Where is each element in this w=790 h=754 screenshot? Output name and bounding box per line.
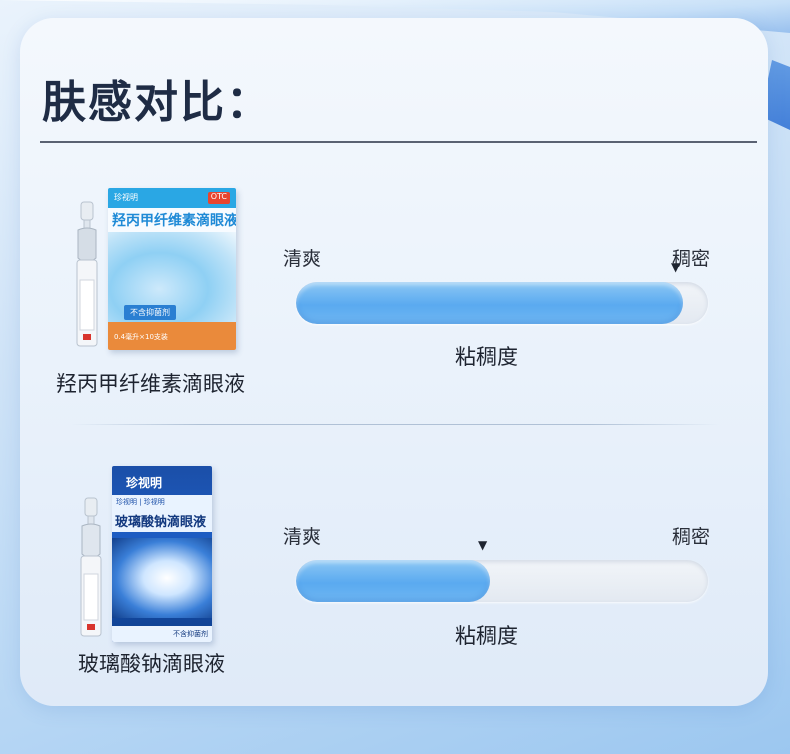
viscosity-fill xyxy=(296,560,490,602)
viscosity-track xyxy=(296,560,708,602)
water-drop-artwork xyxy=(112,538,212,618)
scale-right-label: 稠密 xyxy=(672,526,711,548)
box-foot: 不含抑菌剂 xyxy=(112,626,212,642)
page-title: 肤感对比： xyxy=(42,77,272,128)
scale-axis-title: 粘稠度 xyxy=(455,624,518,648)
vial-image xyxy=(76,496,106,646)
box-note: 0.4毫升×10支装 xyxy=(114,333,168,341)
level-marker-icon: ▼ xyxy=(478,538,488,552)
box-brand: 珍视明 xyxy=(126,476,163,490)
box-brand: 珍视明 xyxy=(114,193,138,202)
vial-image xyxy=(72,200,102,350)
product-name: 玻璃酸钠滴眼液 xyxy=(78,652,225,676)
section-divider xyxy=(70,424,720,425)
box-title: 玻璃酸钠滴眼液 xyxy=(112,509,212,532)
box-bar: 珍视明 | 珍视明 xyxy=(112,495,212,509)
level-marker-icon: ▼ xyxy=(671,260,681,274)
scale-axis-title: 粘稠度 xyxy=(455,345,518,369)
title-divider xyxy=(40,141,757,143)
product-name: 羟丙甲纤维素滴眼液 xyxy=(56,372,245,396)
box-title: 羟丙甲纤维素滴眼液 xyxy=(112,213,236,229)
box-tag: 不含抑菌剂 xyxy=(124,305,176,320)
scale-left-label: 清爽 xyxy=(283,248,322,270)
viscosity-fill xyxy=(296,282,683,324)
viscosity-track xyxy=(296,282,708,324)
product-box-image: 珍视明 珍视明 | 珍视明 玻璃酸钠滴眼液 不含抑菌剂 xyxy=(112,466,212,642)
scale-left-label: 清爽 xyxy=(283,526,322,548)
product-box-image: 珍视明 OTC 羟丙甲纤维素滴眼液 不含抑菌剂 0.4毫升×10支装 xyxy=(108,188,236,350)
